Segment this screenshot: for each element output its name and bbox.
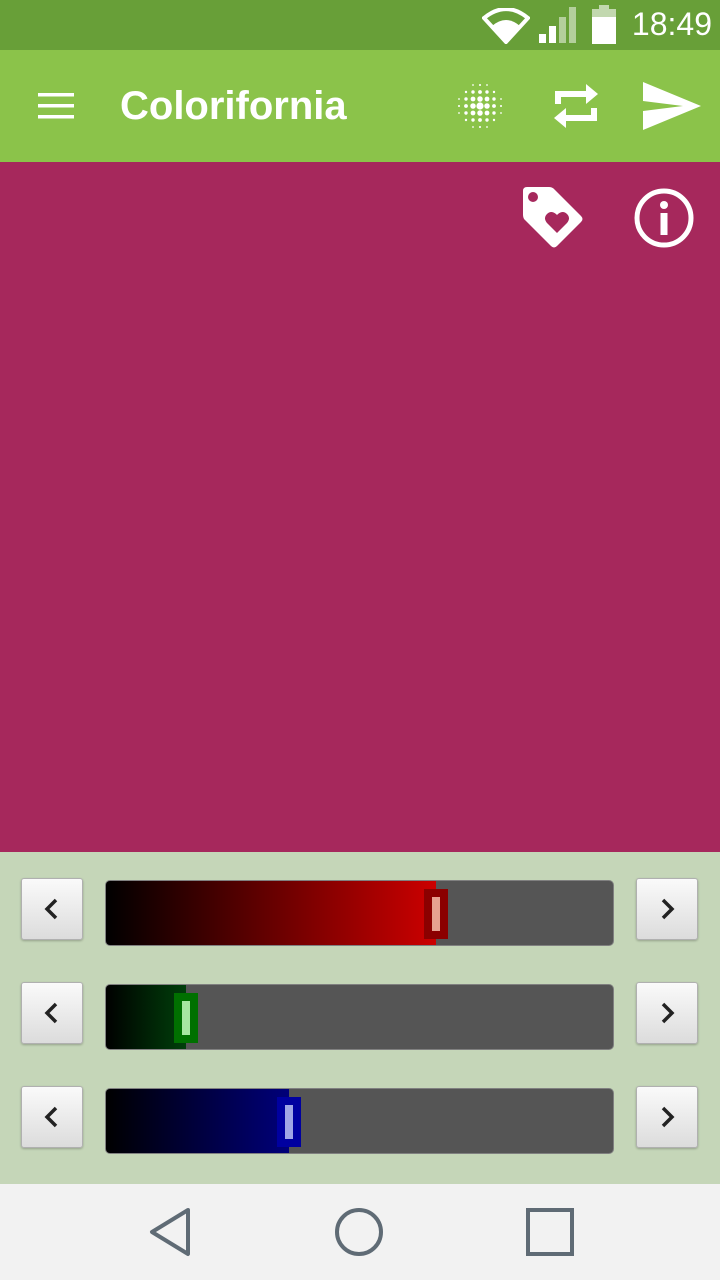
dot-grid-dot xyxy=(472,126,474,128)
back-button[interactable] xyxy=(140,1202,200,1262)
dot-grid-dot xyxy=(464,97,468,101)
chevron-left-icon xyxy=(44,1002,58,1024)
dot-grid-dot xyxy=(464,104,468,108)
favorite-button[interactable] xyxy=(516,182,588,254)
dot-grid-dot xyxy=(484,103,490,109)
dot-grid-dot xyxy=(492,111,496,115)
dot-grid-dot xyxy=(500,98,502,100)
blue-slider-row xyxy=(0,1086,720,1156)
red-slider-track[interactable] xyxy=(105,880,614,946)
dot-grid-dot xyxy=(470,103,476,109)
red-increase-button[interactable] xyxy=(636,878,698,940)
dot-grid-dot xyxy=(492,118,496,122)
home-button[interactable] xyxy=(329,1202,389,1262)
dot-grid-dot xyxy=(457,104,461,108)
navigation-bar xyxy=(0,1184,720,1280)
signal-icon xyxy=(539,7,576,43)
repeat-icon xyxy=(554,84,598,128)
blue-decrease-button[interactable] xyxy=(21,1086,83,1148)
dot-grid-dot xyxy=(464,90,468,94)
wifi-icon xyxy=(482,8,530,44)
menu-button[interactable] xyxy=(28,82,84,130)
dot-grid-dot xyxy=(464,111,468,115)
dot-grid-dot xyxy=(485,118,489,122)
chevron-left-icon xyxy=(44,898,58,920)
dot-grid-dot xyxy=(478,118,482,122)
red-slider-thumb[interactable] xyxy=(424,889,448,939)
rgb-slider-panel xyxy=(0,852,720,1184)
dot-grid-dot xyxy=(464,118,468,122)
dot-grid-button[interactable] xyxy=(450,76,510,136)
app-bar: Colorifornia xyxy=(0,50,720,162)
dot-grid-dot xyxy=(471,90,475,94)
dot-grid-dot xyxy=(477,110,483,116)
green-increase-button[interactable] xyxy=(636,982,698,1044)
chevron-right-icon xyxy=(661,1002,675,1024)
send-button[interactable] xyxy=(638,76,706,136)
dot-grid-dot xyxy=(478,125,482,129)
dot-grid-dot xyxy=(470,110,476,116)
green-decrease-button[interactable] xyxy=(21,982,83,1044)
dot-grid-dot xyxy=(470,96,476,102)
blue-slider-thumb[interactable] xyxy=(277,1097,301,1147)
status-bar: 18:49 xyxy=(0,0,720,50)
blue-increase-button[interactable] xyxy=(636,1086,698,1148)
dot-grid-dot xyxy=(485,90,489,94)
green-slider-thumb[interactable] xyxy=(174,993,198,1043)
dot-grid-dot xyxy=(486,84,488,86)
battery-icon xyxy=(592,5,616,44)
dot-grid-dot xyxy=(477,96,483,102)
blue-slider-track[interactable] xyxy=(105,1088,614,1154)
green-slider-row xyxy=(0,982,720,1052)
red-slider-fill xyxy=(106,881,436,945)
blue-slider-fill xyxy=(106,1089,289,1153)
info-icon xyxy=(634,188,694,248)
dot-grid-dot xyxy=(458,98,460,100)
back-icon xyxy=(150,1208,190,1256)
dot-grid-dot xyxy=(476,102,484,110)
chevron-left-icon xyxy=(44,1106,58,1128)
recents-button[interactable] xyxy=(520,1202,580,1262)
favorite-tag-icon xyxy=(523,187,583,248)
repeat-button[interactable] xyxy=(545,76,607,136)
red-decrease-button[interactable] xyxy=(21,878,83,940)
send-icon xyxy=(643,82,701,130)
dot-grid-dot xyxy=(492,97,496,101)
home-icon xyxy=(335,1208,383,1256)
info-button[interactable] xyxy=(628,182,700,254)
dot-grid-dot xyxy=(486,126,488,128)
chevron-right-icon xyxy=(661,898,675,920)
color-preview xyxy=(0,162,720,852)
dot-grid-dot xyxy=(492,90,496,94)
dot-grid-dot xyxy=(472,84,474,86)
recents-icon xyxy=(526,1208,574,1256)
dot-grid-dot xyxy=(478,90,482,94)
dot-grid-icon xyxy=(457,83,503,129)
chevron-right-icon xyxy=(661,1106,675,1128)
dot-grid-dot xyxy=(471,118,475,122)
red-slider-row xyxy=(0,878,720,948)
status-time: 18:49 xyxy=(631,6,712,42)
app-title: Colorifornia xyxy=(120,84,347,128)
dot-grid-dot xyxy=(478,83,482,87)
dot-grid-dot xyxy=(499,104,503,108)
dot-grid-dot xyxy=(484,110,490,116)
dot-grid-dot xyxy=(484,96,490,102)
dot-grid-dot xyxy=(492,104,496,108)
menu-icon xyxy=(38,93,74,119)
dot-grid-dot xyxy=(500,112,502,114)
dot-grid-dot xyxy=(458,112,460,114)
green-slider-track[interactable] xyxy=(105,984,614,1050)
